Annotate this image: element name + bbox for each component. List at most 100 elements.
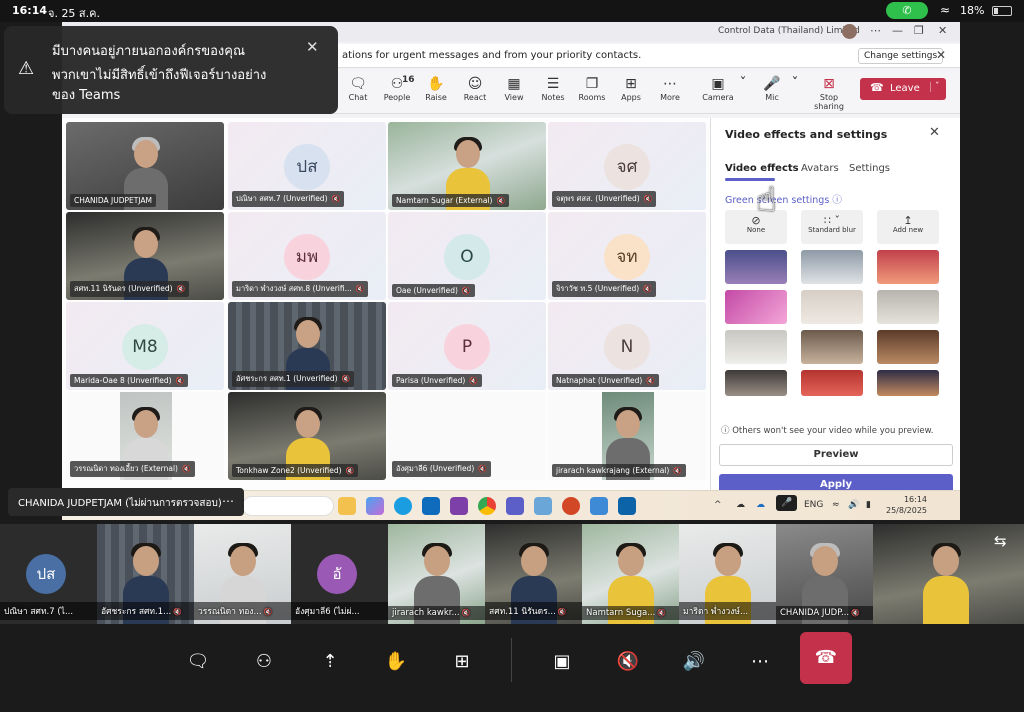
close-window-icon[interactable]: ✕ (938, 24, 947, 37)
taskbar-clock[interactable]: 16:14 25/8/2025 (886, 494, 927, 516)
background-thumbnail[interactable] (725, 370, 787, 396)
leave-options-chevron-icon[interactable]: ˇ (930, 82, 940, 92)
notes-button[interactable]: ☰ Notes (533, 75, 573, 102)
background-thumbnail[interactable] (801, 370, 863, 396)
edge-icon[interactable] (394, 497, 412, 515)
tray-chevron-icon[interactable]: ^ (714, 500, 722, 510)
background-thumbnail[interactable] (877, 290, 939, 324)
more-options-icon[interactable]: ⋯ (222, 494, 234, 508)
participant-tile[interactable]: วรรณนิดา ทองเอี้ยว (External) 🔇 (66, 392, 224, 480)
strip-tile[interactable]: อั อังศุมาลี6 (ไม่ผ่... (291, 524, 388, 624)
chat-icon[interactable]: 🗨 (180, 644, 216, 680)
onenote-icon[interactable] (450, 497, 468, 515)
react-button[interactable]: ☺ React (455, 75, 495, 102)
background-thumbnail[interactable] (877, 370, 939, 396)
background-thumbnail[interactable] (877, 250, 939, 284)
language-indicator[interactable]: ENG (804, 500, 823, 510)
chat-button[interactable]: 🗨 Chat (338, 75, 378, 102)
change-settings-button[interactable]: Change settings (858, 48, 944, 64)
strip-tile[interactable]: วรรณนิดา ทอง... 🔇 (194, 524, 291, 624)
mic-off-icon[interactable]: 🔇 (610, 644, 646, 680)
participant-tile[interactable]: O Oae (Unverified) 🔇 (388, 212, 546, 300)
background-thumbnail[interactable] (725, 330, 787, 364)
active-call-pill[interactable]: ✆ (886, 2, 928, 19)
participant-tile[interactable]: จท จิราวัช ท.5 (Unverified) 🔇 (548, 212, 706, 300)
volume-tray-icon[interactable]: 🔊 (848, 500, 859, 510)
effect-add-new[interactable]: ↥ Add new (877, 210, 939, 244)
raise-hand-button[interactable]: ✋ Raise (416, 75, 456, 102)
camera-button[interactable]: ▣ Camera (698, 75, 738, 102)
tab-settings[interactable]: Settings (849, 163, 890, 174)
participant-tile[interactable]: สศท.11 นิรันดร (Unverified) 🔇 (66, 212, 224, 300)
share-screen-icon[interactable]: ⇡ (312, 644, 348, 680)
add-app-icon[interactable]: ⊞ (444, 644, 480, 680)
copilot-icon[interactable] (366, 497, 384, 515)
minimize-icon[interactable]: — (892, 24, 903, 37)
background-thumbnail[interactable] (877, 330, 939, 364)
participant-tile[interactable]: CHANIDA JUDPETJAM (66, 122, 224, 210)
taskbar-search[interactable] (242, 496, 334, 516)
powerpoint-icon[interactable] (562, 497, 580, 515)
wifi-tray-icon[interactable]: ≈ (832, 500, 840, 510)
participant-tile[interactable]: อังศุมาลี6 (Unverified) 🔇 (388, 392, 546, 480)
tab-avatars[interactable]: Avatars (801, 163, 839, 174)
leave-button[interactable]: ☎ Leave ˇ (860, 78, 946, 100)
participant-tile[interactable]: Tonkhaw Zone2 (Unverified) 🔇 (228, 392, 386, 480)
security-icon[interactable] (618, 497, 636, 515)
close-toast-icon[interactable]: ✕ (306, 38, 319, 56)
apps-button[interactable]: ⊞ Apps (611, 75, 651, 102)
photos-icon[interactable] (534, 497, 552, 515)
more-options-icon[interactable]: ⋯ (742, 644, 778, 680)
restore-icon[interactable]: ❐ (914, 24, 924, 37)
participant-tile[interactable]: อัศชระกร สศท.1 (Unverified) 🔇 (228, 302, 386, 390)
strip-tile[interactable]: ปส ปณิษา สศท.7 (ไ... (0, 524, 97, 624)
background-thumbnail[interactable] (725, 290, 787, 324)
participant-tile[interactable]: มพ มาริดา พ่ำงวงษ์ สศท.8 (Unverifi... 🔇 (228, 212, 386, 300)
view-button[interactable]: ▦ View (494, 75, 534, 102)
raise-hand-icon[interactable]: ✋ (378, 644, 414, 680)
strip-tile[interactable]: อัศชระกร สศท.1... 🔇 (97, 524, 194, 624)
participant-tile[interactable]: N Natnaphat (Unverified) 🔇 (548, 302, 706, 390)
green-screen-settings-link[interactable]: Green screen settings ⓘ (725, 192, 842, 206)
mic-options-chevron-icon[interactable]: ˇ (788, 75, 802, 93)
background-thumbnail[interactable] (801, 250, 863, 284)
participant-tile[interactable]: ปส ปณิษา สศท.7 (Unverified) 🔇 (228, 122, 386, 210)
background-thumbnail[interactable] (801, 290, 863, 324)
speaker-icon[interactable]: 🔊 (676, 644, 712, 680)
participant-tile[interactable]: M8 Marida-Oae 8 (Unverified) 🔇 (66, 302, 224, 390)
more-icon[interactable]: ⋯ (870, 24, 881, 37)
strip-tile[interactable]: มาริดา พ่ำงวงษ์... (679, 524, 776, 624)
close-notice-icon[interactable]: ✕ (936, 48, 946, 62)
participant-tile[interactable]: Namtarn Sugar (External) 🔇 (388, 122, 546, 210)
strip-tile[interactable]: สศท.11 นิรันดร... 🔇 (485, 524, 582, 624)
background-thumbnail[interactable] (725, 250, 787, 284)
background-thumbnail[interactable] (801, 330, 863, 364)
people-icon[interactable]: ⚇ (246, 644, 282, 680)
stop-sharing-button[interactable]: ⊠ Stop sharing (804, 75, 854, 111)
more-button[interactable]: ⋯ More (650, 75, 690, 102)
close-panel-icon[interactable]: ✕ (929, 125, 940, 140)
outlook-icon[interactable] (422, 497, 440, 515)
battery-tray-icon[interactable]: ▮ (866, 500, 871, 510)
chrome-icon[interactable] (478, 497, 496, 515)
mic-in-use-icon[interactable]: 🎤 (776, 495, 798, 511)
participant-tile[interactable]: P Parisa (Unverified) 🔇 (388, 302, 546, 390)
camera-options-chevron-icon[interactable]: ˇ (736, 75, 750, 93)
effect-standard-blur[interactable]: ∷ ˇ Standard blur (801, 210, 863, 244)
strip-tile[interactable]: CHANIDA JUDP... 🔇 (776, 524, 873, 624)
strip-tile[interactable]: jirarach kawkr... 🔇 (388, 524, 485, 624)
strip-tile[interactable]: Namtarn Suga... 🔇 (582, 524, 679, 624)
rooms-button[interactable]: ❐ Rooms (572, 75, 612, 102)
mic-button[interactable]: 🎤 Mic (752, 75, 792, 102)
switch-camera-icon[interactable]: ⇆ (994, 532, 1007, 550)
file-explorer-icon[interactable] (338, 497, 356, 515)
people-button[interactable]: ⚇ 16 People (377, 75, 417, 102)
tab-video-effects[interactable]: Video effects (725, 163, 799, 174)
preview-button[interactable]: Preview (719, 444, 953, 466)
teams-icon[interactable] (506, 497, 524, 515)
camera-icon[interactable]: ▣ (544, 644, 580, 680)
onedrive-icon[interactable]: ☁ (756, 500, 765, 510)
participant-tile[interactable]: jirarach kawkrajang (External) 🔇 (548, 392, 706, 480)
participant-tile[interactable]: จศ จตุพร ศสส. (Unverified) 🔇 (548, 122, 706, 210)
hang-up-button[interactable]: ☎ (800, 632, 852, 684)
